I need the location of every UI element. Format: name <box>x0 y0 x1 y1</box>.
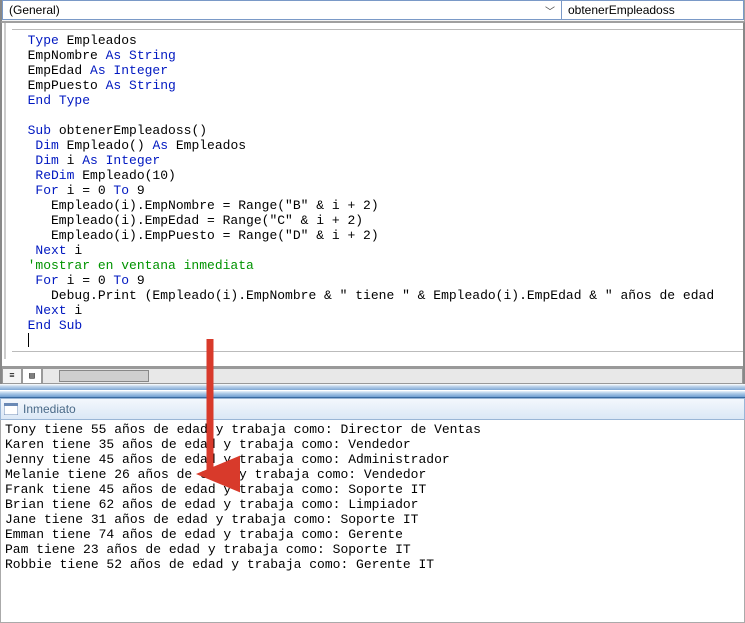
chevron-down-icon: ﹀ <box>541 3 559 18</box>
horizontal-scrollbar[interactable] <box>42 368 743 384</box>
procedure-dropdown[interactable]: obtenerEmpleadoss <box>562 0 744 20</box>
text-cursor <box>28 333 29 347</box>
view-mode-bar: ≡ ▤ <box>2 366 743 384</box>
scrollbar-thumb[interactable] <box>59 370 149 382</box>
code-editor[interactable]: Type Empleados EmpNombre As String EmpEd… <box>0 22 745 384</box>
immediate-window-icon <box>3 402 19 416</box>
object-proc-toolbar: (General) ﹀ obtenerEmpleadoss <box>0 0 745 22</box>
object-dropdown[interactable]: (General) ﹀ <box>2 0 562 20</box>
immediate-window-title: Inmediato <box>23 402 76 416</box>
immediate-window-header[interactable]: Inmediato <box>0 398 745 420</box>
procedure-dropdown-value: obtenerEmpleadoss <box>568 3 675 17</box>
object-dropdown-value: (General) <box>9 3 60 17</box>
code-content[interactable]: Type Empleados EmpNombre As String EmpEd… <box>12 33 743 349</box>
immediate-window[interactable]: Tony tiene 55 años de edad y trabaja com… <box>0 420 745 623</box>
full-module-view-button[interactable]: ▤ <box>22 368 42 384</box>
procedure-view-button[interactable]: ≡ <box>2 368 22 384</box>
immediate-output[interactable]: Tony tiene 55 años de edad y trabaja com… <box>5 422 740 572</box>
pane-splitter-accent[interactable] <box>0 390 745 398</box>
